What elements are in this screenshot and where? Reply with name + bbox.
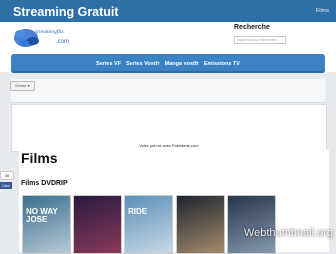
poster-title: RIDE	[128, 207, 148, 216]
search-label: Recherche	[234, 24, 270, 31]
nav-item-emissions-tv[interactable]: Emissions TV	[204, 61, 240, 67]
movie-poster[interactable]	[227, 195, 276, 254]
top-link-films[interactable]: Films	[316, 8, 329, 14]
watermark-text: Webthumbnail.org	[243, 227, 333, 239]
toolbar-panel	[11, 79, 325, 103]
genre-select[interactable]: Genre ▾	[10, 81, 35, 91]
page-title: Films	[21, 150, 58, 166]
logo-text: streamingflix	[35, 29, 64, 35]
facebook-like-button[interactable]: Like	[0, 182, 12, 189]
nav-item-series-vf[interactable]: Series VF	[96, 61, 121, 67]
main-nav: Series VF Series Vostfr Manga vostfr Emi…	[11, 54, 325, 73]
logo-com: .com	[56, 39, 70, 45]
nav-item-series-vostfr[interactable]: Series Vostfr	[126, 61, 160, 67]
nav-item-manga-vostfr[interactable]: Manga vostfr	[165, 61, 199, 67]
movie-poster[interactable]: RIDE	[124, 195, 173, 254]
share-count: 36	[0, 171, 14, 180]
movie-poster[interactable]	[176, 195, 225, 254]
search-input[interactable]: Tapez ici pour rechercher...	[234, 36, 286, 44]
site-title[interactable]: Streaming Gratuit	[13, 5, 119, 19]
genre-select-label: Genre	[15, 83, 27, 88]
movie-poster[interactable]	[73, 195, 122, 254]
ad-banner[interactable]: Votre pub ici avec Publiderie.com	[11, 104, 327, 152]
movie-poster[interactable]: NO WAY JOSE	[22, 195, 71, 254]
section-title: Films DVDRIP	[21, 180, 68, 187]
poster-title: NO WAY JOSE	[26, 207, 58, 224]
ad-text[interactable]: Votre pub ici avec Publiderie.com	[12, 143, 326, 148]
